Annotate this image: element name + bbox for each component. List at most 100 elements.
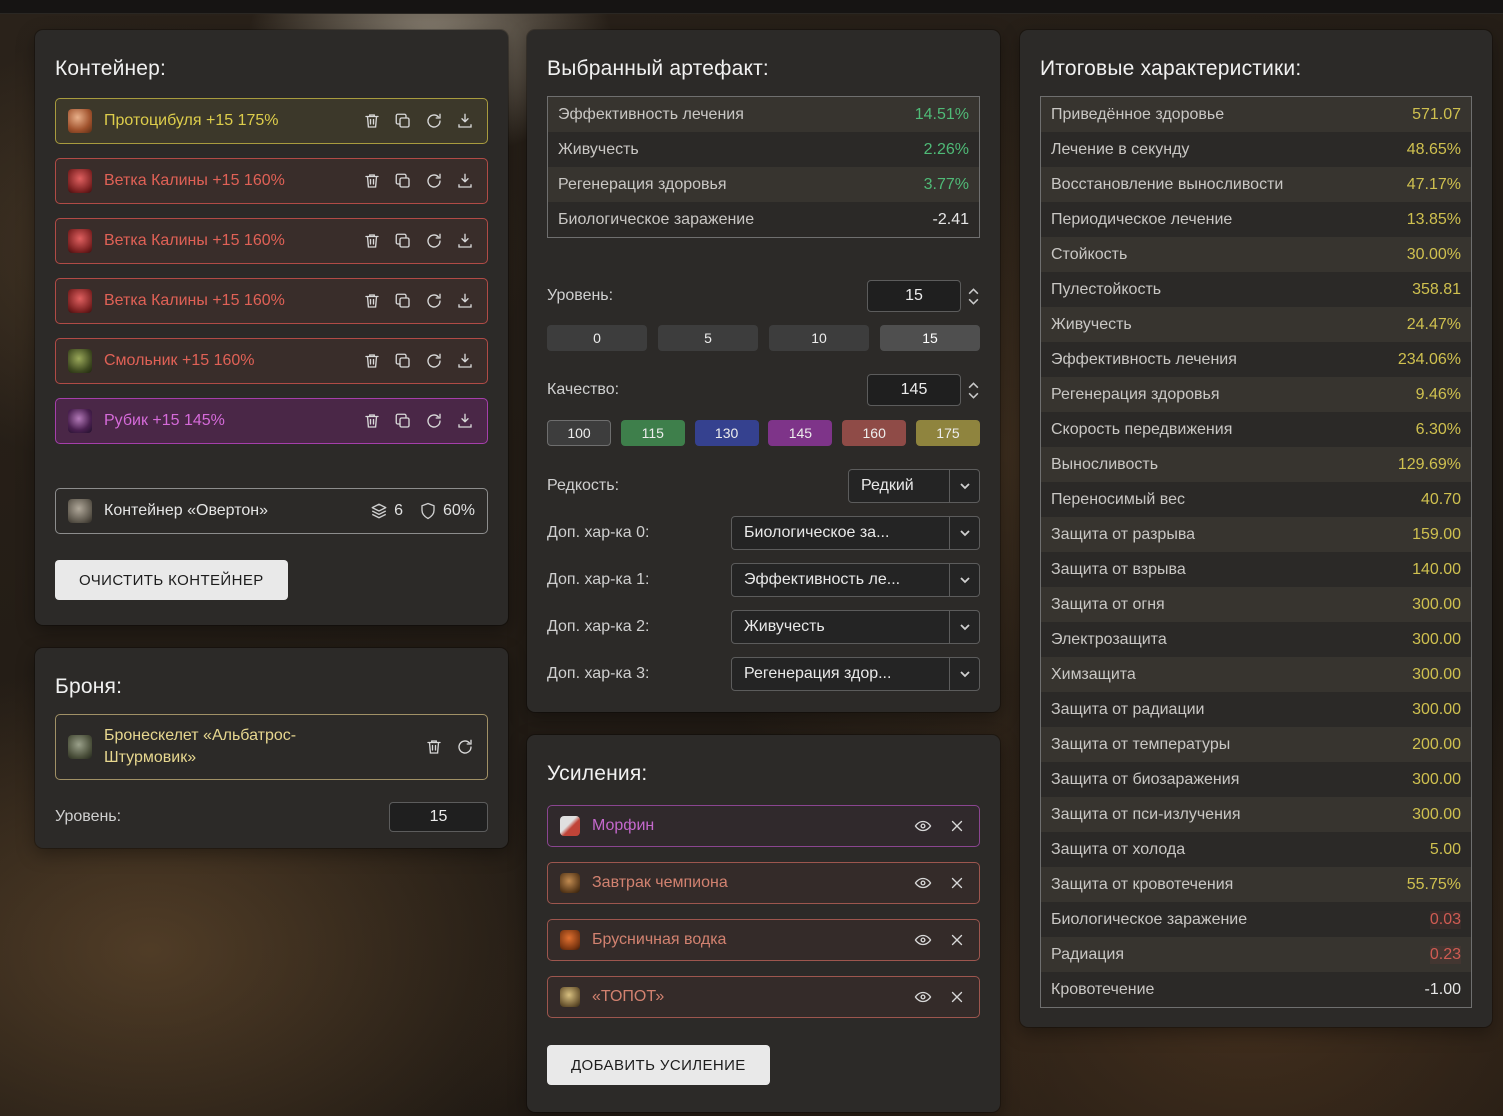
toggle-buff-visibility-button[interactable] [913,816,933,836]
stat-label: Стойкость [1051,246,1127,264]
copy-artifact-button[interactable] [393,291,413,311]
stat-value: 300.00 [1412,701,1461,719]
delete-armor-button[interactable] [424,737,444,757]
armor-actions [424,737,475,757]
delete-artifact-button[interactable] [362,171,382,191]
download-artifact-button[interactable] [455,411,475,431]
level-option-button[interactable]: 10 [769,325,869,351]
delete-artifact-button[interactable] [362,351,382,371]
artifact-row[interactable]: Ветка Калины +15 160% [55,218,488,264]
download-artifact-button[interactable] [455,111,475,131]
copy-artifact-button[interactable] [393,231,413,251]
remove-buff-button[interactable] [947,987,967,1007]
level-option-button[interactable]: 5 [658,325,758,351]
extra-stat-select[interactable]: Эффективность ле... [731,563,980,597]
armor-icon [68,735,92,759]
artifact-actions [362,411,475,431]
remove-buff-button[interactable] [947,873,967,893]
download-artifact-button[interactable] [455,231,475,251]
artifact-stat-row: Биологическое заражение -2.41 [548,202,979,237]
buff-row[interactable]: Брусничная водка [547,919,980,961]
artifact-row[interactable]: Рубик +15 145% [55,398,488,444]
container-icon [68,499,92,523]
copy-artifact-button[interactable] [393,351,413,371]
copy-artifact-button[interactable] [393,111,413,131]
artifact-icon [68,169,92,193]
refresh-artifact-button[interactable] [424,231,444,251]
close-icon [948,931,966,949]
delete-artifact-button[interactable] [362,411,382,431]
remove-buff-button[interactable] [947,930,967,950]
delete-artifact-button[interactable] [362,291,382,311]
refresh-artifact-button[interactable] [424,351,444,371]
level-option-button[interactable]: 0 [547,325,647,351]
quality-option-button[interactable]: 130 [695,420,759,446]
eye-icon [914,988,932,1006]
artifact-name: Ветка Калины +15 160% [104,232,285,250]
quality-input[interactable] [867,374,961,406]
quality-option-button[interactable]: 115 [621,420,685,446]
armor-name: Бронескелет «Альбатрос-Штурмовик» [104,725,359,768]
armor-level-row: Уровень: [55,802,488,832]
level-input[interactable] [867,280,961,312]
buff-name: Брусничная водка [592,931,726,949]
rarity-select[interactable]: Редкий [848,469,980,503]
extra-stat-row: Доп. хар-ка 0: Биологическое за... [547,516,980,550]
quality-option-button[interactable]: 100 [547,420,611,446]
remove-buff-button[interactable] [947,816,967,836]
delete-artifact-button[interactable] [362,111,382,131]
stat-label: Биологическое заражение [1051,911,1247,929]
refresh-artifact-button[interactable] [424,111,444,131]
clear-container-button[interactable]: ОЧИСТИТЬ КОНТЕЙНЕР [55,560,288,600]
toggle-buff-visibility-button[interactable] [913,873,933,893]
container-item[interactable]: Контейнер «Овертон» 6 60% [55,488,488,534]
download-artifact-button[interactable] [455,171,475,191]
armor-item[interactable]: Бронескелет «Альбатрос-Штурмовик» [55,714,488,780]
copy-artifact-button[interactable] [393,411,413,431]
stat-label: Скорость передвижения [1051,421,1232,439]
quality-option-button[interactable]: 145 [768,420,832,446]
download-artifact-button[interactable] [455,291,475,311]
artifact-row[interactable]: Протоцибуля +15 175% [55,98,488,144]
artifact-row[interactable]: Смольник +15 160% [55,338,488,384]
stat-value: 3.77% [924,176,969,194]
level-spinner[interactable] [968,288,980,305]
quality-option-button[interactable]: 160 [842,420,906,446]
artifact-row[interactable]: Ветка Калины +15 160% [55,158,488,204]
container-panel-title: Контейнер: [55,56,488,82]
artifact-actions [362,351,475,371]
buff-actions [913,930,967,950]
download-artifact-button[interactable] [455,351,475,371]
buff-name: Завтрак чемпиона [592,874,728,892]
total-stat-row: Защита от радиации 300.00 [1041,692,1471,727]
top-bar [0,0,1503,14]
quality-spinner[interactable] [968,382,980,399]
delete-artifact-button[interactable] [362,231,382,251]
container-name: Контейнер «Овертон» [104,502,268,520]
extra-stat-select[interactable]: Регенерация здор... [731,657,980,691]
toggle-buff-visibility-button[interactable] [913,987,933,1007]
chevron-down-icon [949,470,979,502]
refresh-artifact-button[interactable] [424,291,444,311]
quality-label: Качество: [547,381,619,399]
artifact-actions [362,231,475,251]
armor-level-input[interactable] [389,802,488,832]
buff-row[interactable]: Завтрак чемпиона [547,862,980,904]
artifact-icon [68,229,92,253]
refresh-artifact-button[interactable] [424,171,444,191]
extra-stat-value: Живучесть [732,618,949,636]
stat-label: Регенерация здоровья [1051,386,1220,404]
refresh-armor-button[interactable] [455,737,475,757]
extra-stat-select[interactable]: Биологическое за... [731,516,980,550]
buff-row[interactable]: «ТОПОТ» [547,976,980,1018]
quality-option-button[interactable]: 175 [916,420,980,446]
extra-stat-select[interactable]: Живучесть [731,610,980,644]
add-buff-button[interactable]: ДОБАВИТЬ УСИЛЕНИЕ [547,1045,770,1085]
copy-artifact-button[interactable] [393,171,413,191]
stat-label: Защита от биозаражения [1051,771,1239,789]
buff-row[interactable]: Морфин [547,805,980,847]
artifact-row[interactable]: Ветка Калины +15 160% [55,278,488,324]
level-option-button[interactable]: 15 [880,325,980,351]
toggle-buff-visibility-button[interactable] [913,930,933,950]
refresh-artifact-button[interactable] [424,411,444,431]
